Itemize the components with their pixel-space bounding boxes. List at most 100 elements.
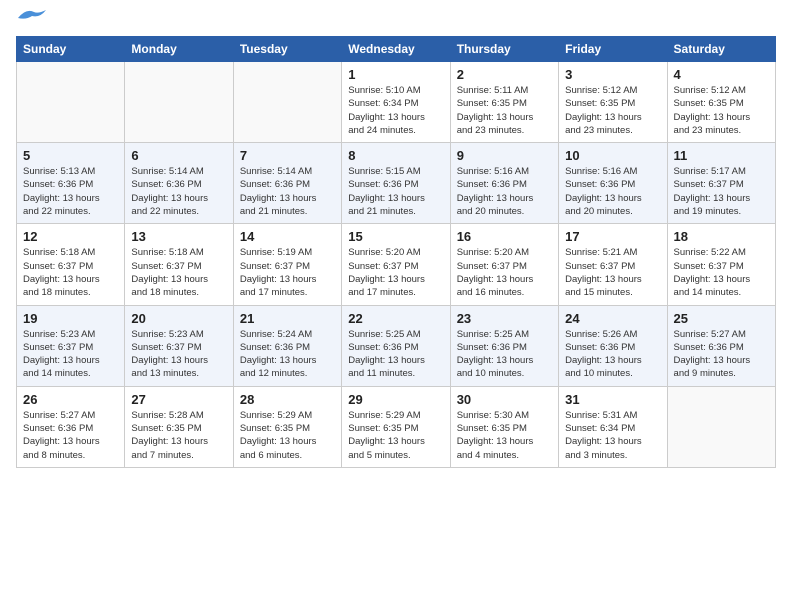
day-number: 4 bbox=[674, 67, 769, 82]
day-info: Sunrise: 5:17 AM Sunset: 6:37 PM Dayligh… bbox=[674, 165, 769, 218]
day-number: 20 bbox=[131, 311, 226, 326]
calendar-cell: 17Sunrise: 5:21 AM Sunset: 6:37 PM Dayli… bbox=[559, 224, 667, 305]
day-info: Sunrise: 5:20 AM Sunset: 6:37 PM Dayligh… bbox=[348, 246, 443, 299]
day-number: 17 bbox=[565, 229, 660, 244]
day-number: 22 bbox=[348, 311, 443, 326]
col-header-tuesday: Tuesday bbox=[233, 37, 341, 62]
day-info: Sunrise: 5:26 AM Sunset: 6:36 PM Dayligh… bbox=[565, 328, 660, 381]
calendar-cell: 22 Sunrise: 5:25 AM Sunset: 6:36 PM Dayli… bbox=[342, 305, 450, 386]
calendar-cell: 7 Sunrise: 5:14 AM Sunset: 6:36 PM Daylig… bbox=[233, 143, 341, 224]
day-number: 25 bbox=[674, 311, 769, 326]
day-number: 12 bbox=[23, 229, 118, 244]
calendar-table: SundayMondayTuesdayWednesdayThursdayFrid… bbox=[16, 36, 776, 468]
day-info: Sunrise: 5:16 AM Sunset: 6:36 PM Dayligh… bbox=[565, 165, 660, 218]
day-info: Sunrise: 5:31 AM Sunset: 6:34 PM Dayligh… bbox=[565, 409, 660, 462]
day-info: Sunrise: 5:23 AM Sunset: 6:37 PM Dayligh… bbox=[23, 328, 118, 381]
calendar-header-row: SundayMondayTuesdayWednesdayThursdayFrid… bbox=[17, 37, 776, 62]
day-number: 10 bbox=[565, 148, 660, 163]
day-number: 28 bbox=[240, 392, 335, 407]
col-header-saturday: Saturday bbox=[667, 37, 775, 62]
day-info: Sunrise: 5:18 AM Sunset: 6:37 PM Dayligh… bbox=[23, 246, 118, 299]
calendar-cell: 21 Sunrise: 5:24 AM Sunset: 6:36 PM Dayli… bbox=[233, 305, 341, 386]
day-info: Sunrise: 5:14 AM Sunset: 6:36 PM Dayligh… bbox=[240, 165, 335, 218]
day-number: 11 bbox=[674, 148, 769, 163]
day-number: 3 bbox=[565, 67, 660, 82]
calendar-cell: 15 Sunrise: 5:20 AM Sunset: 6:37 PM Dayli… bbox=[342, 224, 450, 305]
calendar-cell: 28 Sunrise: 5:29 AM Sunset: 6:35 PM Dayli… bbox=[233, 386, 341, 467]
day-info: Sunrise: 5:24 AM Sunset: 6:36 PM Dayligh… bbox=[240, 328, 335, 381]
day-number: 2 bbox=[457, 67, 552, 82]
calendar-cell: 19Sunrise: 5:23 AM Sunset: 6:37 PM Dayli… bbox=[17, 305, 125, 386]
col-header-thursday: Thursday bbox=[450, 37, 558, 62]
calendar-cell bbox=[667, 386, 775, 467]
day-info: Sunrise: 5:19 AM Sunset: 6:37 PM Dayligh… bbox=[240, 246, 335, 299]
calendar-cell: 11 Sunrise: 5:17 AM Sunset: 6:37 PM Dayli… bbox=[667, 143, 775, 224]
col-header-wednesday: Wednesday bbox=[342, 37, 450, 62]
calendar-cell: 12 Sunrise: 5:18 AM Sunset: 6:37 PM Dayli… bbox=[17, 224, 125, 305]
calendar-cell: 25 Sunrise: 5:27 AM Sunset: 6:36 PM Dayli… bbox=[667, 305, 775, 386]
calendar-week-row: 1 Sunrise: 5:10 AM Sunset: 6:34 PM Daylig… bbox=[17, 62, 776, 143]
day-number: 9 bbox=[457, 148, 552, 163]
day-number: 7 bbox=[240, 148, 335, 163]
calendar-cell: 31 Sunrise: 5:31 AM Sunset: 6:34 PM Dayli… bbox=[559, 386, 667, 467]
calendar-week-row: 5 Sunrise: 5:13 AM Sunset: 6:36 PM Daylig… bbox=[17, 143, 776, 224]
day-number: 21 bbox=[240, 311, 335, 326]
day-number: 23 bbox=[457, 311, 552, 326]
day-info: Sunrise: 5:25 AM Sunset: 6:36 PM Dayligh… bbox=[348, 328, 443, 381]
day-info: Sunrise: 5:16 AM Sunset: 6:36 PM Dayligh… bbox=[457, 165, 552, 218]
calendar-cell: 5 Sunrise: 5:13 AM Sunset: 6:36 PM Daylig… bbox=[17, 143, 125, 224]
day-info: Sunrise: 5:25 AM Sunset: 6:36 PM Dayligh… bbox=[457, 328, 552, 381]
day-number: 13 bbox=[131, 229, 226, 244]
day-info: Sunrise: 5:10 AM Sunset: 6:34 PM Dayligh… bbox=[348, 84, 443, 137]
calendar-cell: 20 Sunrise: 5:23 AM Sunset: 6:37 PM Dayli… bbox=[125, 305, 233, 386]
calendar-cell: 4Sunrise: 5:12 AM Sunset: 6:35 PM Daylig… bbox=[667, 62, 775, 143]
day-info: Sunrise: 5:27 AM Sunset: 6:36 PM Dayligh… bbox=[674, 328, 769, 381]
day-info: Sunrise: 5:27 AM Sunset: 6:36 PM Dayligh… bbox=[23, 409, 118, 462]
logo-bird-icon bbox=[18, 8, 46, 26]
day-number: 14 bbox=[240, 229, 335, 244]
calendar-cell: 8Sunrise: 5:15 AM Sunset: 6:36 PM Daylig… bbox=[342, 143, 450, 224]
calendar-cell: 2 Sunrise: 5:11 AM Sunset: 6:35 PM Daylig… bbox=[450, 62, 558, 143]
calendar-cell: 24Sunrise: 5:26 AM Sunset: 6:36 PM Dayli… bbox=[559, 305, 667, 386]
day-info: Sunrise: 5:14 AM Sunset: 6:36 PM Dayligh… bbox=[131, 165, 226, 218]
calendar-cell: 9 Sunrise: 5:16 AM Sunset: 6:36 PM Daylig… bbox=[450, 143, 558, 224]
calendar-cell: 6 Sunrise: 5:14 AM Sunset: 6:36 PM Daylig… bbox=[125, 143, 233, 224]
col-header-sunday: Sunday bbox=[17, 37, 125, 62]
calendar-cell: 3 Sunrise: 5:12 AM Sunset: 6:35 PM Daylig… bbox=[559, 62, 667, 143]
day-number: 31 bbox=[565, 392, 660, 407]
calendar-cell: 1 Sunrise: 5:10 AM Sunset: 6:34 PM Daylig… bbox=[342, 62, 450, 143]
calendar-week-row: 19Sunrise: 5:23 AM Sunset: 6:37 PM Dayli… bbox=[17, 305, 776, 386]
day-number: 29 bbox=[348, 392, 443, 407]
calendar-cell: 30Sunrise: 5:30 AM Sunset: 6:35 PM Dayli… bbox=[450, 386, 558, 467]
calendar-cell: 27 Sunrise: 5:28 AM Sunset: 6:35 PM Dayli… bbox=[125, 386, 233, 467]
day-number: 15 bbox=[348, 229, 443, 244]
day-number: 5 bbox=[23, 148, 118, 163]
calendar-cell bbox=[125, 62, 233, 143]
day-info: Sunrise: 5:28 AM Sunset: 6:35 PM Dayligh… bbox=[131, 409, 226, 462]
calendar-cell: 26 Sunrise: 5:27 AM Sunset: 6:36 PM Dayli… bbox=[17, 386, 125, 467]
page-header bbox=[16, 16, 776, 26]
day-number: 1 bbox=[348, 67, 443, 82]
day-info: Sunrise: 5:29 AM Sunset: 6:35 PM Dayligh… bbox=[348, 409, 443, 462]
day-number: 6 bbox=[131, 148, 226, 163]
logo bbox=[16, 16, 46, 26]
day-number: 26 bbox=[23, 392, 118, 407]
day-info: Sunrise: 5:29 AM Sunset: 6:35 PM Dayligh… bbox=[240, 409, 335, 462]
col-header-monday: Monday bbox=[125, 37, 233, 62]
calendar-week-row: 26 Sunrise: 5:27 AM Sunset: 6:36 PM Dayli… bbox=[17, 386, 776, 467]
day-number: 27 bbox=[131, 392, 226, 407]
day-number: 8 bbox=[348, 148, 443, 163]
day-info: Sunrise: 5:11 AM Sunset: 6:35 PM Dayligh… bbox=[457, 84, 552, 137]
day-info: Sunrise: 5:22 AM Sunset: 6:37 PM Dayligh… bbox=[674, 246, 769, 299]
calendar-cell: 10 Sunrise: 5:16 AM Sunset: 6:36 PM Dayli… bbox=[559, 143, 667, 224]
calendar-cell: 29 Sunrise: 5:29 AM Sunset: 6:35 PM Dayli… bbox=[342, 386, 450, 467]
day-info: Sunrise: 5:12 AM Sunset: 6:35 PM Dayligh… bbox=[565, 84, 660, 137]
day-info: Sunrise: 5:23 AM Sunset: 6:37 PM Dayligh… bbox=[131, 328, 226, 381]
calendar-cell: 16 Sunrise: 5:20 AM Sunset: 6:37 PM Dayli… bbox=[450, 224, 558, 305]
calendar-cell bbox=[233, 62, 341, 143]
day-info: Sunrise: 5:20 AM Sunset: 6:37 PM Dayligh… bbox=[457, 246, 552, 299]
day-info: Sunrise: 5:30 AM Sunset: 6:35 PM Dayligh… bbox=[457, 409, 552, 462]
day-info: Sunrise: 5:13 AM Sunset: 6:36 PM Dayligh… bbox=[23, 165, 118, 218]
calendar-week-row: 12 Sunrise: 5:18 AM Sunset: 6:37 PM Dayli… bbox=[17, 224, 776, 305]
day-number: 16 bbox=[457, 229, 552, 244]
